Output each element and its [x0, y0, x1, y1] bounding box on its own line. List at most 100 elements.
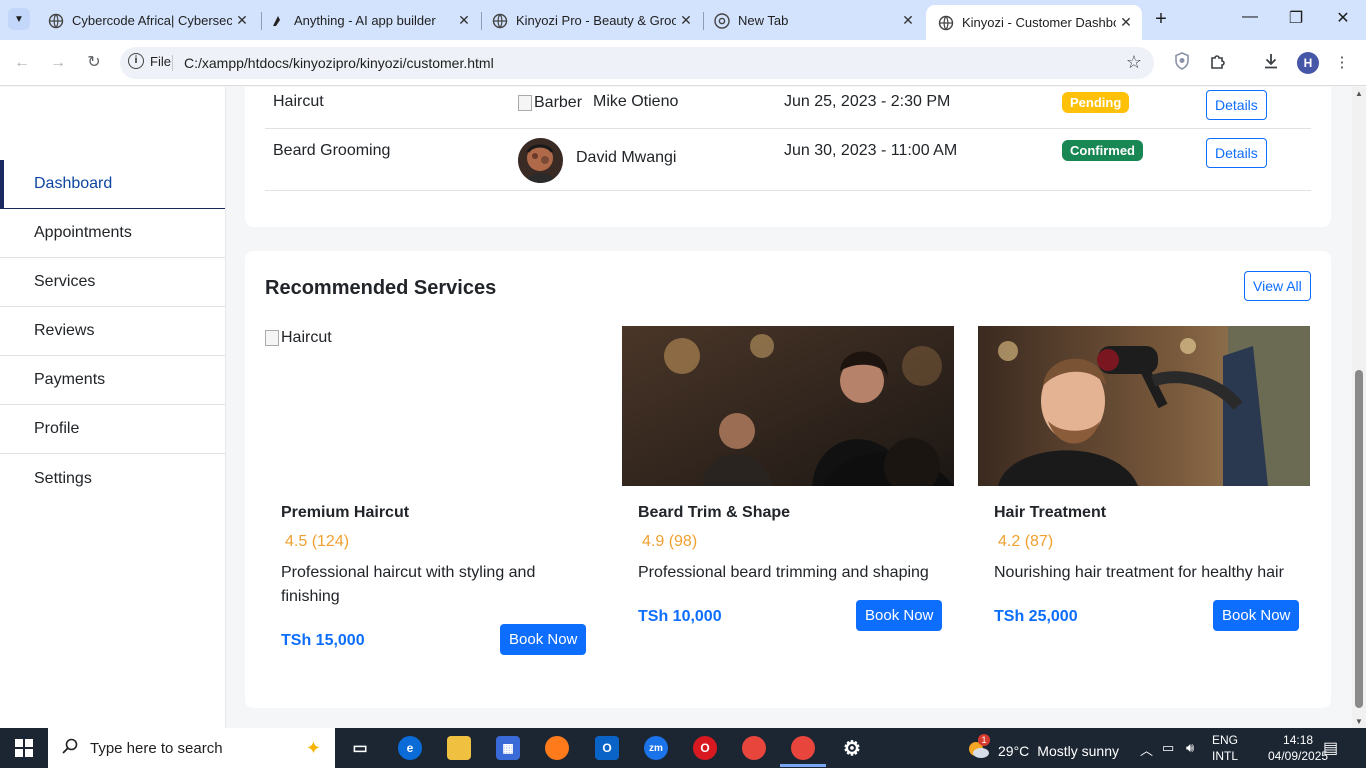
address-bar[interactable]: i File C:/xampp/htdocs/kinyozipro/kinyoz…: [120, 47, 1154, 79]
download-icon[interactable]: [1260, 52, 1282, 74]
sidebar-item-reviews[interactable]: Reviews: [0, 307, 225, 356]
service-rating: 4.5 (124): [285, 533, 350, 550]
tab-cybercode[interactable]: Cybercode Africa| Cybersecu ✕: [36, 5, 258, 36]
url-text[interactable]: C:/xampp/htdocs/kinyozipro/kinyozi/custo…: [184, 55, 494, 71]
barber-name: Mike Otieno: [593, 93, 679, 110]
close-tab-icon[interactable]: ✕: [898, 12, 918, 29]
service-name: Hair Treatment: [994, 504, 1107, 521]
tab-title: Kinyozi - Customer Dashboa: [962, 15, 1116, 30]
outlook-icon[interactable]: O: [595, 736, 619, 760]
active-app-indicator: [780, 764, 826, 767]
weather-temp: 29°C: [998, 742, 1030, 759]
sidebar-item-profile[interactable]: Profile: [0, 405, 225, 454]
weather-sun-icon: 1: [966, 734, 990, 763]
status-badge: Confirmed: [1062, 140, 1143, 161]
view-all-button[interactable]: View All: [1244, 271, 1311, 301]
file-scheme-label: File: [150, 53, 171, 69]
service-name: Beard Trim & Shape: [638, 504, 791, 521]
system-clock[interactable]: 14:18 04/09/2025: [1268, 732, 1328, 764]
service-rating: 4.9 (98): [642, 533, 698, 550]
volume-icon[interactable]: 🔊︎: [1186, 740, 1194, 756]
service-price: TSh 25,000: [994, 608, 1078, 625]
sidebar: Dashboard Appointments Services Reviews …: [0, 87, 226, 728]
tab-title: Cybercode Africa| Cybersecu: [72, 13, 232, 28]
windows-taskbar: Type here to search ✦ ▭ e ▦ O zm O ⚙ 1 2…: [0, 728, 1366, 768]
bookmark-star-icon[interactable]: ☆: [1126, 52, 1142, 73]
back-icon[interactable]: ←: [9, 50, 35, 76]
book-now-button[interactable]: Book Now: [856, 600, 943, 631]
taskbar-search-box[interactable]: Type here to search ✦: [48, 728, 335, 768]
close-tab-icon[interactable]: ✕: [1116, 14, 1136, 31]
book-now-button[interactable]: Book Now: [1213, 600, 1300, 631]
forward-icon[interactable]: →: [45, 50, 71, 76]
table-row: Beard Grooming David Mwangi Jun 30, 2023…: [265, 129, 1311, 191]
restore-icon[interactable]: ❐: [1273, 8, 1319, 28]
language-indicator[interactable]: ENG INTL: [1212, 732, 1238, 764]
tab-search-dropdown-icon[interactable]: ▼: [8, 8, 30, 30]
tab-title: Anything - AI app builder: [294, 13, 436, 28]
windows-start-icon[interactable]: [0, 728, 48, 768]
service-image-broken: Haircut: [265, 329, 332, 347]
appointment-service: Beard Grooming: [273, 142, 391, 159]
service-image: [622, 326, 954, 486]
microsoft-store-icon[interactable]: ▦: [496, 736, 520, 760]
opera-icon[interactable]: O: [693, 736, 717, 760]
sidebar-item-payments[interactable]: Payments: [0, 356, 225, 405]
book-now-button[interactable]: Book Now: [500, 624, 587, 655]
clock-time: 14:18: [1283, 733, 1314, 747]
more-menu-icon[interactable]: ⋮: [1331, 52, 1353, 74]
tab-anything[interactable]: Anything - AI app builder ✕: [258, 5, 480, 36]
site-info-button[interactable]: i File: [128, 53, 171, 69]
details-button[interactable]: Details: [1206, 90, 1267, 120]
globe-icon: [492, 13, 508, 29]
tab-kinyozi-pro[interactable]: Kinyozi Pro - Beauty & Groo ✕: [480, 5, 702, 36]
close-tab-icon[interactable]: ✕: [454, 12, 474, 29]
close-tab-icon[interactable]: ✕: [232, 12, 252, 29]
profile-avatar[interactable]: H: [1297, 52, 1319, 74]
scroll-up-arrow-icon[interactable]: ▲: [1355, 89, 1363, 98]
close-window-icon[interactable]: ✕: [1320, 8, 1366, 28]
network-icon[interactable]: ▭: [1162, 740, 1174, 756]
chrome-active-icon[interactable]: [791, 736, 815, 760]
sidebar-item-appointments[interactable]: Appointments: [0, 209, 225, 258]
tray-chevron-up-icon[interactable]: ︿: [1140, 740, 1153, 759]
scroll-down-arrow-icon[interactable]: ▼: [1355, 717, 1363, 726]
broken-image-icon: [265, 330, 279, 346]
notifications-icon[interactable]: ▤: [1323, 738, 1338, 758]
task-view-icon[interactable]: ▭: [348, 736, 372, 760]
settings-gear-icon[interactable]: ⚙: [840, 736, 864, 760]
barber-avatar: Barber: [518, 94, 582, 112]
close-tab-icon[interactable]: ✕: [676, 12, 696, 29]
page-scrollbar[interactable]: ▲ ▼: [1352, 87, 1366, 728]
upcoming-appointments-card: Haircut Barber Mike Otieno Jun 25, 2023 …: [245, 87, 1331, 227]
sidebar-item-settings[interactable]: Settings: [0, 454, 225, 503]
new-tab-icon[interactable]: +: [1150, 8, 1172, 30]
firefox-icon[interactable]: [545, 736, 569, 760]
service-image-alt: Haircut: [281, 329, 332, 346]
file-explorer-icon[interactable]: [447, 736, 471, 760]
sidebar-item-dashboard[interactable]: Dashboard: [0, 160, 225, 209]
section-title: Recommended Services: [265, 277, 497, 299]
info-icon: i: [128, 53, 144, 69]
service-description: Nourishing hair treatment for healthy ha…: [994, 564, 1284, 581]
recommended-services-card: Recommended Services View All Haircut Pr…: [245, 251, 1331, 708]
details-button[interactable]: Details: [1206, 138, 1267, 168]
weather-widget[interactable]: 1 29°C Mostly sunny: [966, 734, 1119, 763]
zoom-icon[interactable]: zm: [644, 736, 668, 760]
globe-icon: [938, 15, 954, 31]
browser-tab-bar: ▼ Cybercode Africa| Cybersecu ✕ Anything…: [0, 0, 1366, 40]
shield-extension-icon[interactable]: [1171, 52, 1193, 74]
chrome-icon[interactable]: [742, 736, 766, 760]
extensions-puzzle-icon[interactable]: [1207, 52, 1229, 74]
tab-kinyozi-dashboard[interactable]: Kinyozi - Customer Dashboa ✕: [926, 5, 1142, 40]
reload-icon[interactable]: ↻: [81, 50, 107, 76]
chrome-icon: [714, 12, 730, 29]
edge-icon[interactable]: e: [398, 736, 422, 760]
sidebar-item-services[interactable]: Services: [0, 258, 225, 307]
service-price: TSh 10,000: [638, 608, 722, 625]
search-placeholder: Type here to search: [90, 739, 223, 757]
broken-image-icon: [518, 95, 532, 111]
scrollbar-thumb[interactable]: [1355, 370, 1363, 708]
minimize-icon[interactable]: —: [1227, 8, 1273, 26]
tab-new-tab[interactable]: New Tab ✕: [702, 5, 924, 36]
